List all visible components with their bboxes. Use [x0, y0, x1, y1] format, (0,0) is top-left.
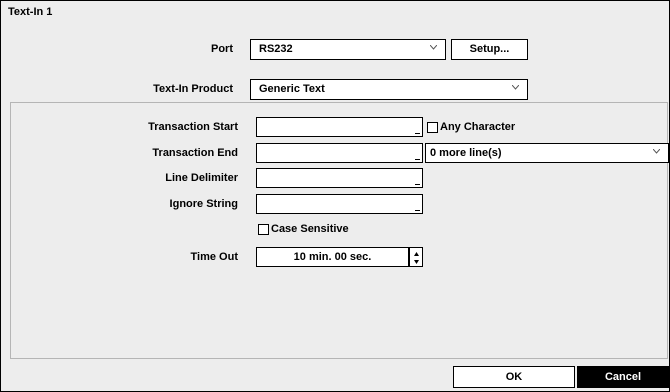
text-cursor-icon [415, 210, 420, 211]
any-character-label: Any Character [440, 121, 516, 133]
chevron-down-icon [512, 85, 519, 90]
ignore-string-input[interactable] [256, 194, 423, 214]
text-in-dialog: Text-In 1 Port RS232 Setup... Text-In Pr… [0, 0, 670, 392]
chevron-down-icon [430, 45, 437, 50]
more-lines-value: 0 more line(s) [430, 147, 502, 159]
port-label: Port [211, 43, 233, 55]
port-dropdown[interactable]: RS232 [250, 39, 446, 60]
transaction-end-input[interactable] [256, 143, 423, 163]
product-value: Generic Text [259, 83, 325, 95]
any-character-checkbox[interactable] [427, 122, 438, 133]
case-sensitive-checkbox[interactable] [258, 224, 269, 235]
setup-button[interactable]: Setup... [451, 39, 528, 60]
more-lines-dropdown[interactable]: 0 more line(s) [425, 143, 669, 163]
time-out-spinner[interactable] [409, 247, 423, 267]
line-delimiter-label: Line Delimiter [165, 172, 238, 184]
case-sensitive-label: Case Sensitive [271, 223, 349, 235]
port-value: RS232 [259, 43, 293, 55]
text-cursor-icon [415, 133, 420, 134]
triangle-down-icon[interactable] [411, 257, 422, 267]
ignore-string-label: Ignore String [169, 198, 238, 210]
chevron-down-icon [653, 149, 660, 154]
time-out-label: Time Out [190, 251, 238, 263]
text-cursor-icon [415, 159, 420, 160]
transaction-start-input[interactable] [256, 117, 423, 137]
cancel-button[interactable]: Cancel [577, 366, 669, 388]
line-delimiter-input[interactable] [256, 168, 423, 188]
product-label: Text-In Product [153, 83, 233, 95]
product-dropdown[interactable]: Generic Text [250, 79, 528, 100]
time-out-field[interactable]: 10 min. 00 sec. [256, 247, 409, 267]
transaction-end-label: Transaction End [152, 147, 238, 159]
time-out-value: 10 min. 00 sec. [293, 251, 372, 263]
ok-button[interactable]: OK [453, 366, 575, 388]
dialog-title: Text-In 1 [8, 6, 53, 18]
transaction-start-label: Transaction Start [148, 121, 238, 133]
text-cursor-icon [415, 184, 420, 185]
